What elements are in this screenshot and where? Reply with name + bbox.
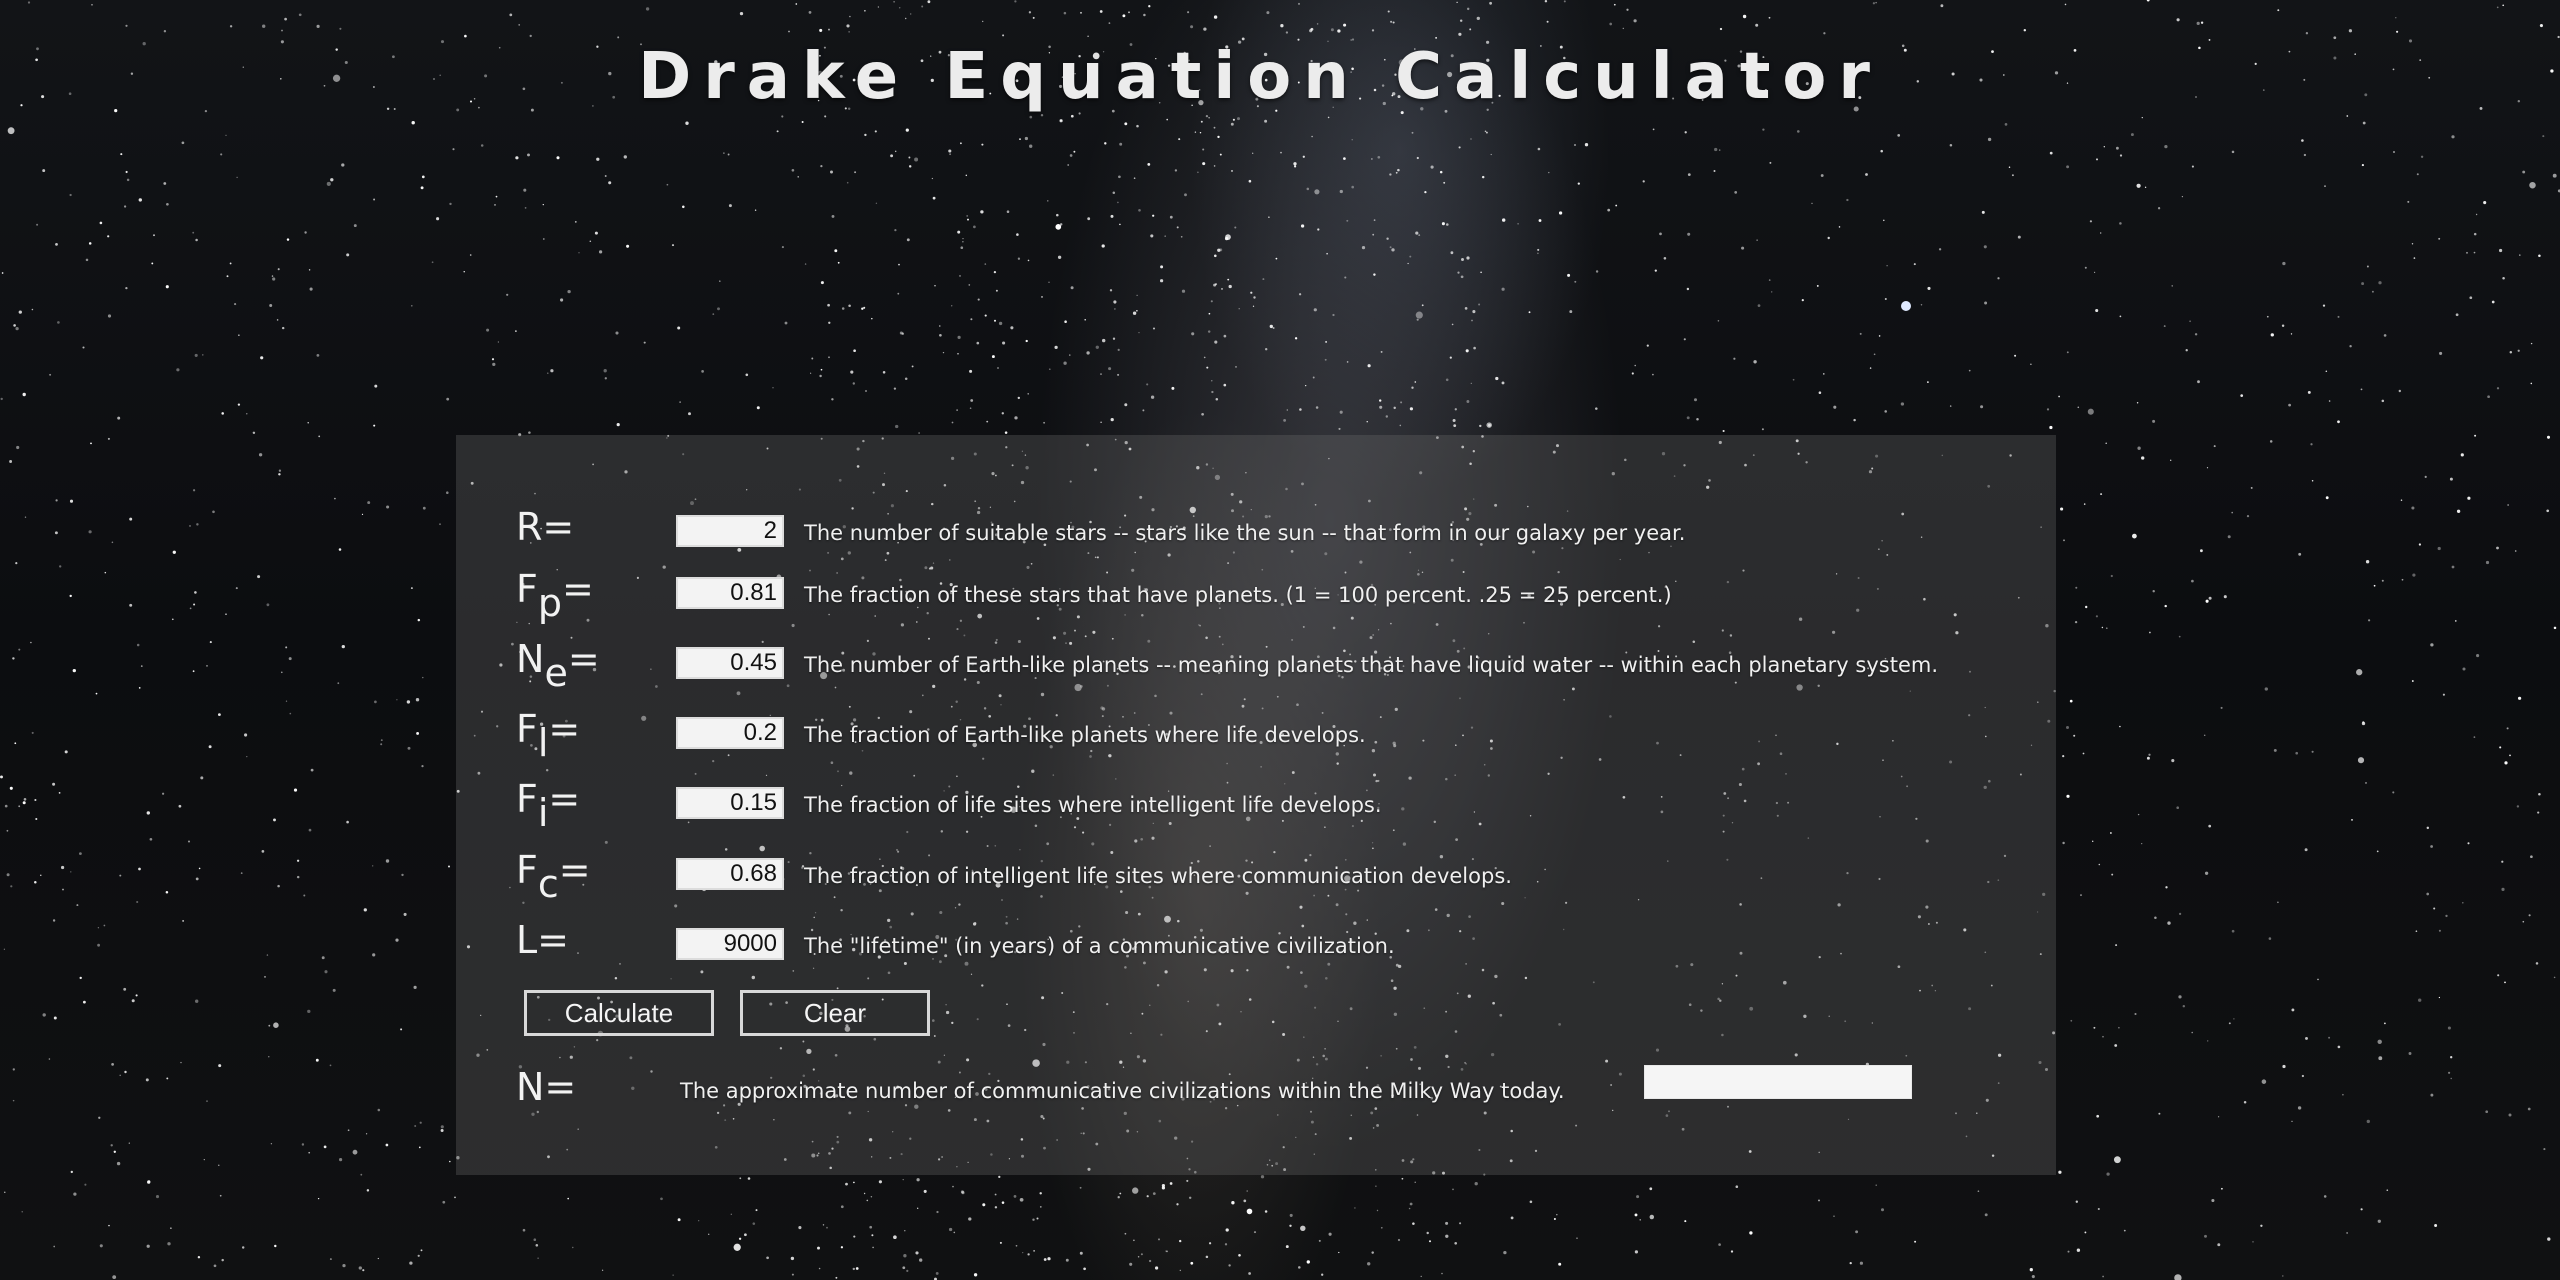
fc-description: The fraction of intelligent life sites w… — [804, 864, 1512, 888]
calculator-panel: R= The number of suitable stars -- stars… — [456, 435, 2056, 1175]
fl-description: The fraction of Earth-like planets where… — [804, 723, 1366, 747]
n-description: The approximate number of communicative … — [680, 1079, 1565, 1103]
fp-input[interactable] — [676, 577, 784, 609]
row-ne: Ne= The number of Earth-like planets -- … — [516, 637, 2036, 695]
row-l: L= The "lifetime" (in years) of a commun… — [516, 918, 2036, 968]
ne-description: The number of Earth-like planets -- mean… — [804, 653, 1939, 677]
result-row: N= The approximate number of communicati… — [516, 1065, 2036, 1115]
symbol-ne: Ne= — [516, 637, 600, 695]
fl-input[interactable] — [676, 717, 784, 749]
symbol-fc: Fc= — [516, 848, 591, 906]
r-description: The number of suitable stars -- stars li… — [804, 521, 1686, 545]
symbol-fi: Fi= — [516, 777, 581, 835]
symbol-l: L= — [516, 918, 570, 962]
l-input[interactable] — [676, 928, 784, 960]
row-r: R= The number of suitable stars -- stars… — [516, 505, 2036, 555]
symbol-n: N= — [516, 1065, 577, 1109]
symbol-r: R= — [516, 505, 575, 549]
ne-input[interactable] — [676, 647, 784, 679]
clear-button[interactable]: Clear — [740, 990, 930, 1036]
l-description: The "lifetime" (in years) of a communica… — [804, 934, 1395, 958]
row-fc: Fc= The fraction of intelligent life sit… — [516, 848, 2036, 906]
row-fi: Fi= The fraction of life sites where int… — [516, 777, 2036, 835]
symbol-fl: Fl= — [516, 707, 581, 765]
fi-description: The fraction of life sites where intelli… — [804, 793, 1382, 817]
row-fl: Fl= The fraction of Earth-like planets w… — [516, 707, 2036, 765]
button-row: Calculate Clear — [524, 990, 2044, 1040]
fp-description: The fraction of these stars that have pl… — [804, 583, 1672, 607]
page-title: Drake Equation Calculator — [638, 40, 1882, 114]
n-result-field[interactable] — [1644, 1065, 1912, 1099]
r-input[interactable] — [676, 515, 784, 547]
fi-input[interactable] — [676, 787, 784, 819]
fc-input[interactable] — [676, 858, 784, 890]
symbol-fp: Fp= — [516, 567, 594, 625]
calculate-button[interactable]: Calculate — [524, 990, 714, 1036]
row-fp: Fp= The fraction of these stars that hav… — [516, 567, 2036, 625]
